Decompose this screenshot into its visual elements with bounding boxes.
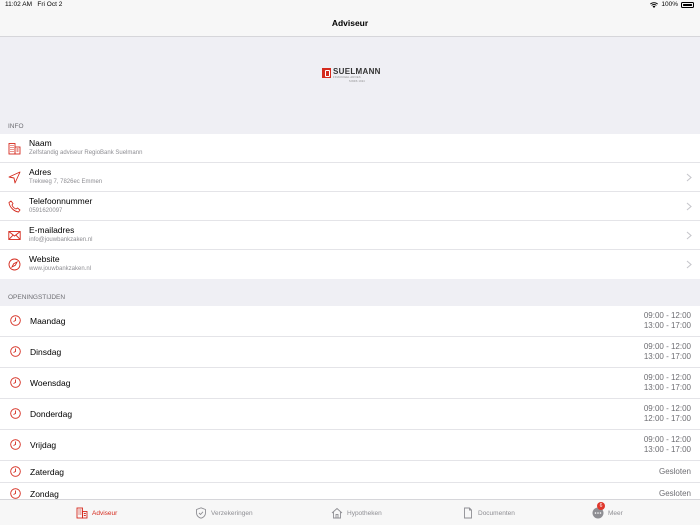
nav-bar: Adviseur — [0, 11, 700, 37]
tab-label: Verzekeringen — [211, 509, 253, 517]
hours-times: 09:00 - 12:00 13:00 - 17:00 — [643, 311, 691, 330]
day-label: Maandag — [30, 316, 66, 326]
info-row-email[interactable]: E-mailadres info@jouwbankzaken.nl — [0, 221, 700, 250]
house-icon — [331, 507, 343, 519]
tab-meer[interactable]: 6 Meer — [592, 500, 623, 525]
tab-hypotheken[interactable]: Hypotheken — [331, 500, 382, 525]
tab-label: Documenten — [478, 509, 515, 517]
hours-row-donderdag: Donderdag 09:00 - 12:00 12:00 - 17:00 — [0, 399, 700, 430]
row-title: Naam — [29, 138, 52, 148]
info-list: Naam Zelfstandig adviseur RegioBank Suel… — [0, 134, 700, 279]
mail-icon — [8, 231, 21, 240]
day-label: Zondag — [30, 489, 59, 499]
hours-row-woensdag: Woensdag 09:00 - 12:00 13:00 - 17:00 — [0, 368, 700, 399]
info-section-header: INFO — [8, 123, 24, 130]
logo-subtagline: SINDS 1924 — [349, 80, 365, 83]
shield-check-icon — [196, 507, 206, 519]
tab-bar: Adviseur Verzekeringen Hypotheken Docume… — [0, 499, 700, 525]
day-label: Zaterdag — [30, 467, 65, 477]
status-bar: 11:02 AM Fri Oct 2 100% — [0, 0, 700, 11]
logo-area: SUELMANN FINANCIEEL ADVIES SINDS 1924 — [0, 37, 700, 117]
clock-icon — [10, 439, 21, 450]
row-subtitle: Trekweg 7, 7826ec Emmen — [29, 179, 103, 185]
chevron-right-icon — [686, 173, 692, 182]
status-time: 11:02 AM Fri Oct 2 — [5, 1, 63, 8]
clock-icon — [10, 488, 21, 499]
hours-times: 09:00 - 12:00 13:00 - 17:00 — [643, 435, 691, 454]
row-title: Website — [29, 254, 60, 264]
hours-section-header: OPENINGSTIJDEN — [8, 294, 66, 301]
hours-row-maandag: Maandag 09:00 - 12:00 13:00 - 17:00 — [0, 306, 700, 337]
day-label: Dinsdag — [30, 347, 62, 357]
row-title: Telefoonnummer — [29, 196, 93, 206]
hours-times: Gesloten — [658, 467, 691, 476]
day-label: Woensdag — [30, 378, 71, 388]
logo-text: SUELMANN — [333, 67, 381, 76]
notification-badge: 6 — [597, 502, 605, 510]
info-row-adres[interactable]: Adres Trekweg 7, 7826ec Emmen — [0, 163, 700, 192]
row-title: E-mailadres — [29, 225, 75, 235]
hours-times: 09:00 - 12:00 13:00 - 17:00 — [643, 342, 691, 361]
hours-times: Gesloten — [658, 489, 691, 498]
tab-adviseur[interactable]: Adviseur — [76, 500, 117, 525]
tab-verzekeringen[interactable]: Verzekeringen — [195, 500, 253, 525]
row-subtitle: Zelfstandig adviseur RegioBank Suelmann — [29, 150, 143, 156]
chevron-right-icon — [686, 231, 692, 240]
document-icon — [464, 507, 472, 519]
clock-icon — [10, 346, 21, 357]
info-row-naam[interactable]: Naam Zelfstandig adviseur RegioBank Suel… — [0, 134, 700, 163]
location-arrow-icon — [8, 171, 21, 184]
battery-percent: 100% — [661, 1, 678, 8]
info-row-website[interactable]: Website www.jouwbankzaken.nl — [0, 250, 700, 279]
phone-icon — [8, 200, 21, 213]
hours-times: 09:00 - 12:00 12:00 - 17:00 — [643, 404, 691, 423]
hours-row-dinsdag: Dinsdag 09:00 - 12:00 13:00 - 17:00 — [0, 337, 700, 368]
clock-icon — [10, 315, 21, 326]
chevron-right-icon — [686, 202, 692, 211]
logo-mark-icon — [322, 68, 331, 78]
hours-list: Maandag 09:00 - 12:00 13:00 - 17:00 Dinsd… — [0, 306, 700, 505]
hours-row-vrijdag: Vrijdag 09:00 - 12:00 13:00 - 17:00 — [0, 430, 700, 461]
row-subtitle: www.jouwbankzaken.nl — [29, 266, 92, 272]
page-title: Adviseur — [331, 18, 369, 28]
wifi-icon — [650, 1, 659, 8]
hours-row-zaterdag: Zaterdag Gesloten — [0, 461, 700, 483]
row-subtitle: info@jouwbankzaken.nl — [29, 237, 93, 243]
tab-label: Hypotheken — [347, 509, 382, 517]
tab-label: Adviseur — [92, 509, 118, 517]
status-right: 100% — [650, 1, 694, 8]
chevron-right-icon — [686, 260, 692, 269]
battery-icon — [681, 1, 694, 8]
compass-icon — [8, 258, 21, 271]
day-label: Vrijdag — [30, 440, 57, 450]
building-icon — [76, 507, 88, 519]
suelmann-logo: SUELMANN FINANCIEEL ADVIES SINDS 1924 — [322, 68, 381, 84]
clock-icon — [10, 408, 21, 419]
hours-times: 09:00 - 12:00 13:00 - 17:00 — [643, 373, 691, 392]
day-label: Donderdag — [30, 409, 73, 419]
tab-documenten[interactable]: Documenten — [462, 500, 515, 525]
row-subtitle: 0591620097 — [29, 208, 63, 214]
clock-icon — [10, 466, 21, 477]
row-title: Adres — [29, 167, 52, 177]
info-row-telefoon[interactable]: Telefoonnummer 0591620097 — [0, 192, 700, 221]
building-icon — [8, 143, 21, 155]
clock-icon — [10, 377, 21, 388]
tab-label: Meer — [608, 509, 623, 517]
